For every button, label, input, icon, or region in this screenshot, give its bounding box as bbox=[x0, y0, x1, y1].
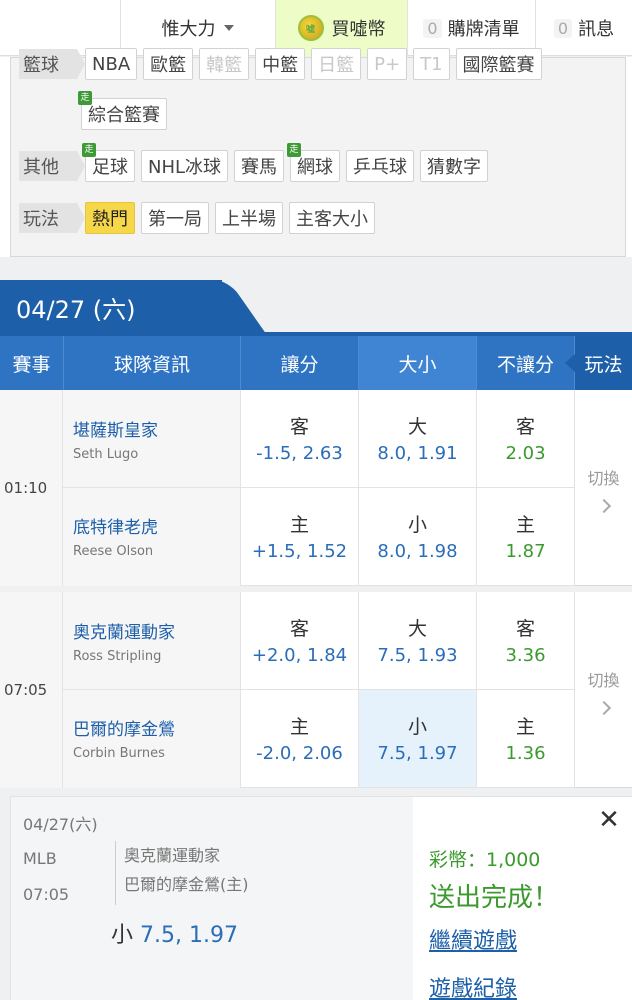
filter-label-play: 玩法 bbox=[19, 203, 85, 233]
filter-row-basketball: 籃球 NBA 歐籃 韓籃 中籃 日籃 P+ T1 國際籃賽 bbox=[19, 48, 548, 80]
slip-pick-odds: 7.5, 1.97 bbox=[140, 923, 238, 948]
slip-pick: 小 7.5, 1.97 bbox=[111, 917, 238, 949]
chip-intl-basketball[interactable]: 國際籃賽 bbox=[455, 48, 542, 80]
chip-tennis[interactable]: 走 網球 bbox=[287, 143, 341, 182]
odds-moneyline-home[interactable]: 主 1.36 bbox=[476, 690, 574, 788]
header-moneyline: 不讓分 bbox=[476, 336, 574, 390]
chip-popular[interactable]: 熱門 bbox=[85, 202, 135, 234]
odds-moneyline-away[interactable]: 客 3.36 bbox=[476, 592, 574, 690]
pitcher-name: Reese Olson bbox=[73, 544, 154, 559]
live-badge: 走 bbox=[287, 143, 302, 157]
chip-label: 綜合籃賽 bbox=[88, 105, 160, 126]
team-away: 奧克蘭運動家 Ross Stripling bbox=[73, 618, 238, 664]
odds-total-over[interactable]: 大 8.0, 1.91 bbox=[358, 390, 476, 488]
pitcher-name: Corbin Burnes bbox=[73, 746, 165, 761]
pitcher-name: Seth Lugo bbox=[73, 447, 139, 462]
chip-first-half[interactable]: 上半場 bbox=[215, 202, 283, 234]
chip-combined-basketball[interactable]: 走 綜合籃賽 bbox=[78, 91, 167, 130]
filter-row-play: 玩法 熱門 第一局 上半場 主客大小 bbox=[19, 202, 381, 234]
filter-label-basketball: 籃球 bbox=[19, 49, 85, 79]
game-row: 01:10 堪薩斯皇家 Seth Lugo 底特律老虎 Reese Olson … bbox=[0, 390, 632, 586]
table-header: 賽事 球隊資訊 讓分 大小 不讓分 玩法 bbox=[0, 336, 632, 390]
header-team: 球隊資訊 bbox=[63, 336, 240, 390]
chip-p-plus[interactable]: P+ bbox=[367, 48, 408, 80]
caret-down-icon bbox=[223, 25, 234, 31]
filter-label-other: 其他 bbox=[19, 151, 85, 181]
slip-pick-side: 小 bbox=[111, 923, 134, 948]
chip-nba[interactable]: NBA bbox=[85, 48, 138, 80]
pitcher-name: Ross Stripling bbox=[73, 649, 162, 664]
team-home: 底特律老虎 Reese Olson bbox=[73, 513, 238, 559]
slip-league: MLB bbox=[23, 849, 57, 868]
slip-teams: 奧克蘭運動家 巴爾的摩金鶯(主) bbox=[115, 841, 249, 905]
message-count-badge: 0 bbox=[553, 18, 573, 38]
odds-spread-home[interactable]: 主 -2.0, 2.06 bbox=[240, 690, 358, 788]
chip-euro-basketball[interactable]: 歐籃 bbox=[143, 48, 194, 80]
slip-coins: 彩幣：1,000 bbox=[429, 849, 541, 871]
chip-nhl[interactable]: NHL冰球 bbox=[141, 150, 229, 182]
team-name[interactable]: 底特律老虎 bbox=[73, 513, 238, 538]
slip-status: 送出完成！ bbox=[429, 883, 560, 913]
cart-count-badge: 0 bbox=[423, 18, 442, 38]
team-name[interactable]: 堪薩斯皇家 bbox=[73, 416, 238, 441]
game-time: 01:10 bbox=[0, 390, 63, 586]
chip-soccer[interactable]: 走 足球 bbox=[82, 143, 135, 182]
cart-label: 購牌清單 bbox=[447, 19, 520, 40]
team-away: 堪薩斯皇家 Seth Lugo bbox=[73, 416, 238, 462]
live-badge: 走 bbox=[78, 91, 92, 105]
chip-guess-number[interactable]: 猜數字 bbox=[420, 150, 489, 182]
chevron-right-icon bbox=[596, 700, 611, 716]
chip-table-tennis[interactable]: 乒乓球 bbox=[346, 150, 415, 182]
slip-team-home: 巴爾的摩金鶯(主) bbox=[124, 875, 249, 894]
header-spread: 讓分 bbox=[240, 336, 358, 390]
filter-panel: 籃球 NBA 歐籃 韓籃 中籃 日籃 P+ T1 國際籃賽 走 綜合籃賽 其他 … bbox=[0, 48, 632, 257]
odds-moneyline-home[interactable]: 主 1.87 bbox=[476, 488, 574, 586]
slip-team-away: 奧克蘭運動家 bbox=[124, 846, 221, 865]
slip-date: 04/27(六) bbox=[23, 815, 98, 834]
odds-total-under-selected[interactable]: 小 7.5, 1.97 bbox=[358, 690, 476, 788]
messages-label: 訊息 bbox=[578, 19, 615, 40]
filter-row-other: 其他 走 足球 NHL冰球 賽馬 走 網球 乒乓球 猜數字 bbox=[19, 143, 494, 182]
buy-coin-label: 買噓幣 bbox=[331, 19, 386, 40]
chip-label: 網球 bbox=[297, 157, 334, 178]
chevron-right-icon bbox=[596, 498, 611, 514]
odds-spread-home[interactable]: 主 +1.5, 1.52 bbox=[240, 488, 358, 586]
live-badge: 走 bbox=[82, 143, 96, 157]
chip-label: 足球 bbox=[92, 157, 128, 178]
odds-spread-away[interactable]: 客 +2.0, 1.84 bbox=[240, 592, 358, 690]
chip-first-inning[interactable]: 第一局 bbox=[141, 202, 209, 234]
switch-play-button[interactable]: 切換 bbox=[574, 390, 632, 586]
odds-moneyline-away[interactable]: 客 2.03 bbox=[476, 390, 574, 488]
chip-horse-racing[interactable]: 賽馬 bbox=[234, 150, 285, 182]
odds-total-under[interactable]: 小 8.0, 1.98 bbox=[358, 488, 476, 586]
coin-icon: 噓 bbox=[297, 15, 324, 41]
slip-time: 07:05 bbox=[23, 885, 70, 904]
header-event: 賽事 bbox=[12, 353, 51, 376]
bet-slip-panel: 04/27(六) MLB 07:05 奧克蘭運動家 巴爾的摩金鶯(主) 小 7.… bbox=[10, 796, 632, 1000]
odds-total-over[interactable]: 大 7.5, 1.93 bbox=[358, 592, 476, 690]
date-bar: 04/27 (六) bbox=[0, 280, 632, 336]
switch-play-button[interactable]: 切換 bbox=[574, 592, 632, 788]
filter-row-basketball-2: 走 綜合籃賽 bbox=[78, 91, 173, 130]
team-home: 巴爾的摩金鶯 Corbin Burnes bbox=[73, 715, 238, 761]
user-name: 惟大力 bbox=[161, 19, 216, 40]
team-name[interactable]: 奧克蘭運動家 bbox=[73, 618, 238, 643]
header-total: 大小 bbox=[358, 336, 476, 390]
team-name[interactable]: 巴爾的摩金鶯 bbox=[73, 715, 238, 740]
chip-home-away-total[interactable]: 主客大小 bbox=[289, 202, 375, 234]
odds-spread-away[interactable]: 客 -1.5, 2.63 bbox=[240, 390, 358, 488]
game-history-link[interactable]: 遊戲紀錄 bbox=[429, 971, 517, 1000]
messages-button[interactable]: 0 訊息 bbox=[535, 0, 632, 56]
chip-t1[interactable]: T1 bbox=[413, 48, 450, 80]
game-row: 07:05 奧克蘭運動家 Ross Stripling 巴爾的摩金鶯 Corbi… bbox=[0, 592, 632, 788]
game-time: 07:05 bbox=[0, 592, 63, 788]
chip-korea-basketball[interactable]: 韓籃 bbox=[199, 48, 250, 80]
close-icon[interactable]: ✕ bbox=[595, 807, 623, 835]
chip-china-basketball[interactable]: 中籃 bbox=[255, 48, 306, 80]
continue-game-link[interactable]: 繼續遊戲 bbox=[429, 923, 517, 955]
date-tab[interactable]: 04/27 (六) bbox=[0, 280, 222, 336]
header-play-type[interactable]: 玩法 bbox=[565, 336, 632, 390]
chip-japan-basketball[interactable]: 日籃 bbox=[311, 48, 362, 80]
